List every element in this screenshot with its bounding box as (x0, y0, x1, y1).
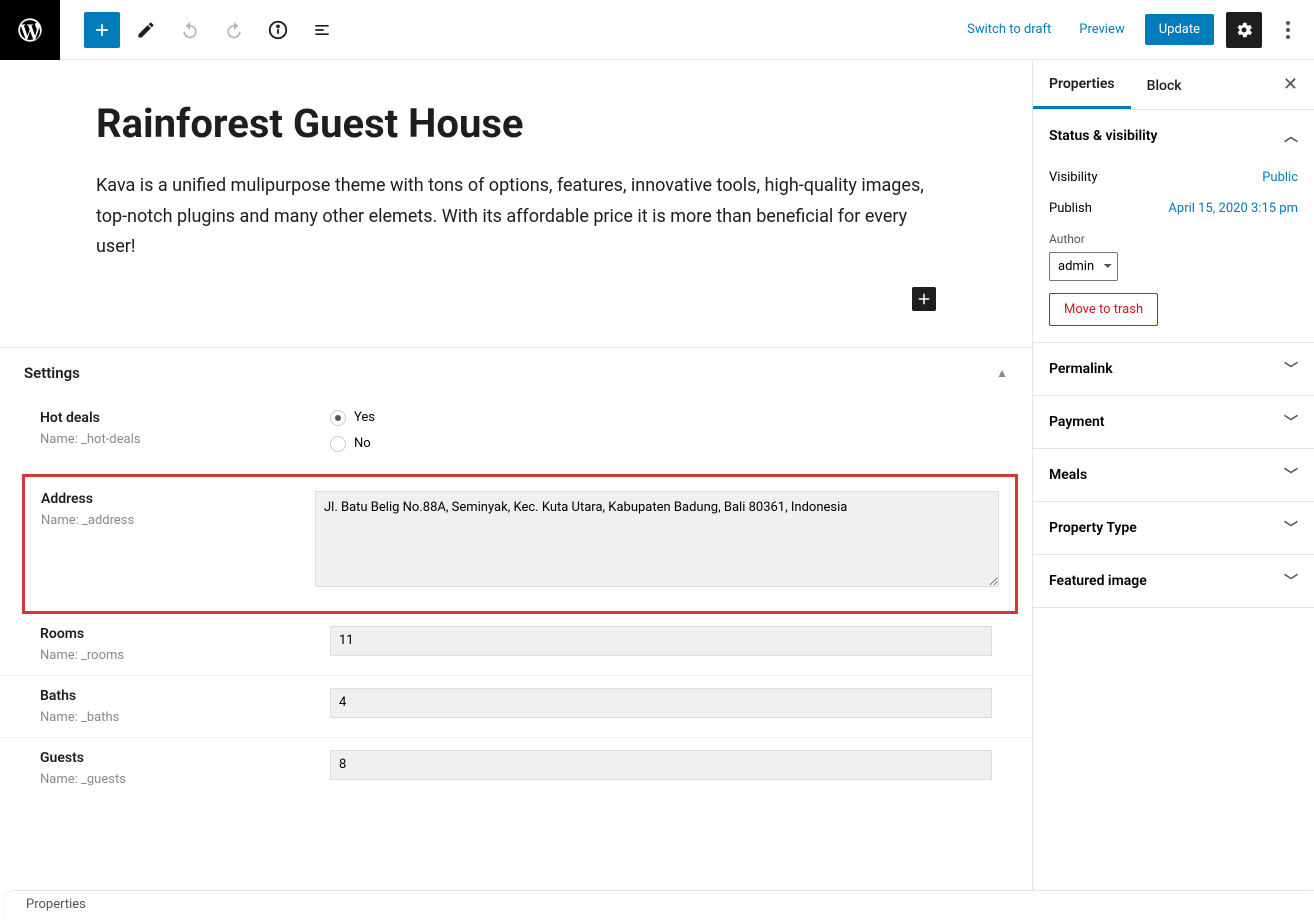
edit-mode-button[interactable] (128, 12, 164, 48)
chevron-down-icon: ﹀ (1284, 518, 1298, 538)
panel-payment-title: Payment (1049, 414, 1105, 430)
close-icon: ✕ (1283, 74, 1298, 95)
visibility-label: Visibility (1049, 170, 1098, 185)
hotdeals-name: Name: _hot-deals (40, 432, 314, 447)
wordpress-icon (16, 16, 44, 44)
redo-icon (224, 20, 244, 40)
panel-featured-image-title: Featured image (1049, 573, 1147, 589)
chevron-down-icon: ﹀ (1284, 571, 1298, 591)
redo-button[interactable] (216, 12, 252, 48)
hotdeals-radio-no[interactable] (330, 436, 346, 452)
editor-canvas: Rainforest Guest House Kava is a unified… (0, 60, 1032, 920)
field-hotdeals: Hot deals Name: _hot-deals Yes No (0, 398, 1032, 474)
address-name: Name: _address (41, 513, 299, 528)
panel-featured-image[interactable]: Featured image ﹀ (1033, 555, 1314, 607)
footer-breadcrumb[interactable]: Properties (6, 890, 1314, 920)
panel-payment[interactable]: Payment ﹀ (1033, 396, 1314, 448)
tab-block[interactable]: Block (1131, 62, 1198, 108)
panel-status-header[interactable]: Status & visibility ︿ (1033, 110, 1314, 162)
guests-name: Name: _guests (40, 772, 314, 787)
settings-metabox-title: Settings (24, 364, 80, 382)
tab-properties[interactable]: Properties (1033, 60, 1131, 109)
publish-value[interactable]: April 15, 2020 3:15 pm (1168, 201, 1298, 216)
panel-permalink[interactable]: Permalink ﹀ (1033, 343, 1314, 395)
post-title[interactable]: Rainforest Guest House (96, 100, 936, 147)
settings-metabox: Settings ▲ Hot deals Name: _hot-deals Ye… (0, 347, 1032, 799)
guests-input[interactable] (330, 750, 992, 780)
add-block-button[interactable] (84, 12, 120, 48)
update-button[interactable]: Update (1145, 14, 1214, 45)
address-label: Address (41, 491, 299, 507)
author-label: Author (1049, 232, 1298, 246)
panel-permalink-title: Permalink (1049, 361, 1113, 377)
switch-to-draft-button[interactable]: Switch to draft (959, 14, 1059, 45)
hotdeals-yes-label: Yes (354, 410, 375, 425)
chevron-down-icon: ﹀ (1284, 465, 1298, 485)
rooms-input[interactable] (330, 626, 992, 656)
address-input[interactable] (315, 491, 999, 587)
settings-metabox-header[interactable]: Settings ▲ (0, 348, 1032, 398)
panel-property-type[interactable]: Property Type ﹀ (1033, 502, 1314, 554)
rooms-label: Rooms (40, 626, 314, 642)
move-to-trash-button[interactable]: Move to trash (1049, 293, 1158, 326)
field-baths: Baths Name: _baths (0, 676, 1032, 738)
list-icon (312, 20, 332, 40)
post-description[interactable]: Kava is a unified mulipurpose theme with… (96, 171, 936, 263)
baths-name: Name: _baths (40, 710, 314, 725)
chevron-up-icon: ︿ (1284, 126, 1298, 146)
plus-icon (915, 290, 933, 308)
info-icon (267, 19, 289, 41)
sidebar-close-button[interactable]: ✕ (1267, 74, 1314, 95)
hotdeals-radio-yes[interactable] (330, 410, 346, 426)
wordpress-logo[interactable] (0, 0, 60, 60)
preview-button[interactable]: Preview (1071, 14, 1132, 45)
author-select[interactable]: admin (1049, 252, 1118, 281)
hotdeals-label: Hot deals (40, 410, 314, 426)
top-toolbar: Switch to draft Preview Update (0, 0, 1314, 60)
rooms-name: Name: _rooms (40, 648, 314, 663)
hotdeals-no-label: No (354, 436, 371, 451)
panel-status-title: Status & visibility (1049, 128, 1157, 144)
guests-label: Guests (40, 750, 314, 766)
kebab-icon (1286, 21, 1290, 39)
baths-label: Baths (40, 688, 314, 704)
gear-icon (1234, 20, 1254, 40)
inline-add-block-button[interactable] (912, 287, 936, 311)
panel-property-type-title: Property Type (1049, 520, 1137, 536)
sidebar: Properties Block ✕ Status & visibility ︿… (1032, 60, 1314, 920)
undo-button[interactable] (172, 12, 208, 48)
pencil-icon (136, 20, 156, 40)
chevron-down-icon: ﹀ (1284, 359, 1298, 379)
outline-button[interactable] (304, 12, 340, 48)
field-guests: Guests Name: _guests (0, 738, 1032, 799)
baths-input[interactable] (330, 688, 992, 718)
field-rooms: Rooms Name: _rooms (0, 614, 1032, 676)
publish-label: Publish (1049, 201, 1092, 216)
info-button[interactable] (260, 12, 296, 48)
more-options-button[interactable] (1274, 12, 1302, 48)
undo-icon (180, 20, 200, 40)
settings-button[interactable] (1226, 12, 1262, 48)
visibility-value[interactable]: Public (1262, 170, 1298, 185)
field-address-highlighted: Address Name: _address (22, 474, 1018, 614)
collapse-icon: ▲ (996, 366, 1008, 380)
plus-icon (92, 20, 112, 40)
panel-meals-title: Meals (1049, 467, 1087, 483)
chevron-down-icon: ﹀ (1284, 412, 1298, 432)
panel-meals[interactable]: Meals ﹀ (1033, 449, 1314, 501)
